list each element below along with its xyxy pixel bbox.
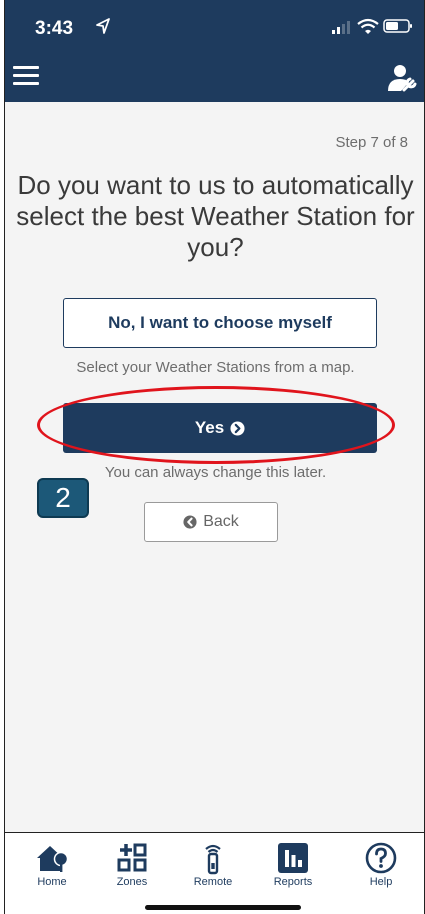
tab-reports-label: Reports xyxy=(273,876,313,888)
yes-button[interactable]: Yes xyxy=(63,403,377,453)
page-question: Do you want to us to automatically selec… xyxy=(16,170,415,262)
remote-icon xyxy=(205,844,221,875)
user-settings-icon[interactable] xyxy=(387,63,417,93)
tab-home-label: Home xyxy=(37,876,67,888)
help-icon xyxy=(365,842,397,874)
chevron-left-circle-icon xyxy=(183,515,197,529)
home-icon xyxy=(37,846,69,872)
wifi-icon xyxy=(357,18,379,34)
tab-zones[interactable]: Zones xyxy=(102,841,162,888)
choose-myself-button[interactable]: No, I want to choose myself xyxy=(63,298,377,348)
app-frame: 3:43 Step 7 of 8 Do you want to us to au… xyxy=(4,0,425,914)
status-bar: 3:43 xyxy=(5,0,424,54)
tab-reports[interactable]: Reports xyxy=(263,841,323,888)
tab-help-label: Help xyxy=(369,876,393,888)
location-arrow-icon xyxy=(96,18,110,34)
wizard-content: Step 7 of 8 Do you want to us to automat… xyxy=(5,102,424,832)
tab-remote[interactable]: Remote xyxy=(183,841,243,888)
tab-bar: Home Zones Remote Reports Help xyxy=(5,832,424,914)
tab-home[interactable]: Home xyxy=(22,841,82,888)
step-indicator: Step 7 of 8 xyxy=(335,134,408,151)
zones-icon xyxy=(117,843,147,872)
back-button[interactable]: Back xyxy=(144,502,278,542)
tab-remote-label: Remote xyxy=(193,876,233,888)
battery-icon xyxy=(383,19,412,33)
status-time: 3:43 xyxy=(35,18,74,39)
annotation-badge: 2 xyxy=(37,478,89,518)
tab-help[interactable]: Help xyxy=(351,841,411,888)
yes-button-label: Yes xyxy=(194,418,225,437)
chevron-right-circle-icon xyxy=(230,420,245,436)
cellular-signal-icon xyxy=(332,21,350,34)
tab-zones-label: Zones xyxy=(116,876,148,888)
home-indicator xyxy=(145,905,301,910)
reports-icon xyxy=(278,843,308,873)
choose-hint: Select your Weather Stations from a map. xyxy=(76,359,355,376)
hamburger-menu-icon[interactable] xyxy=(13,66,39,88)
back-button-label: Back xyxy=(203,513,239,530)
nav-bar xyxy=(5,54,424,102)
